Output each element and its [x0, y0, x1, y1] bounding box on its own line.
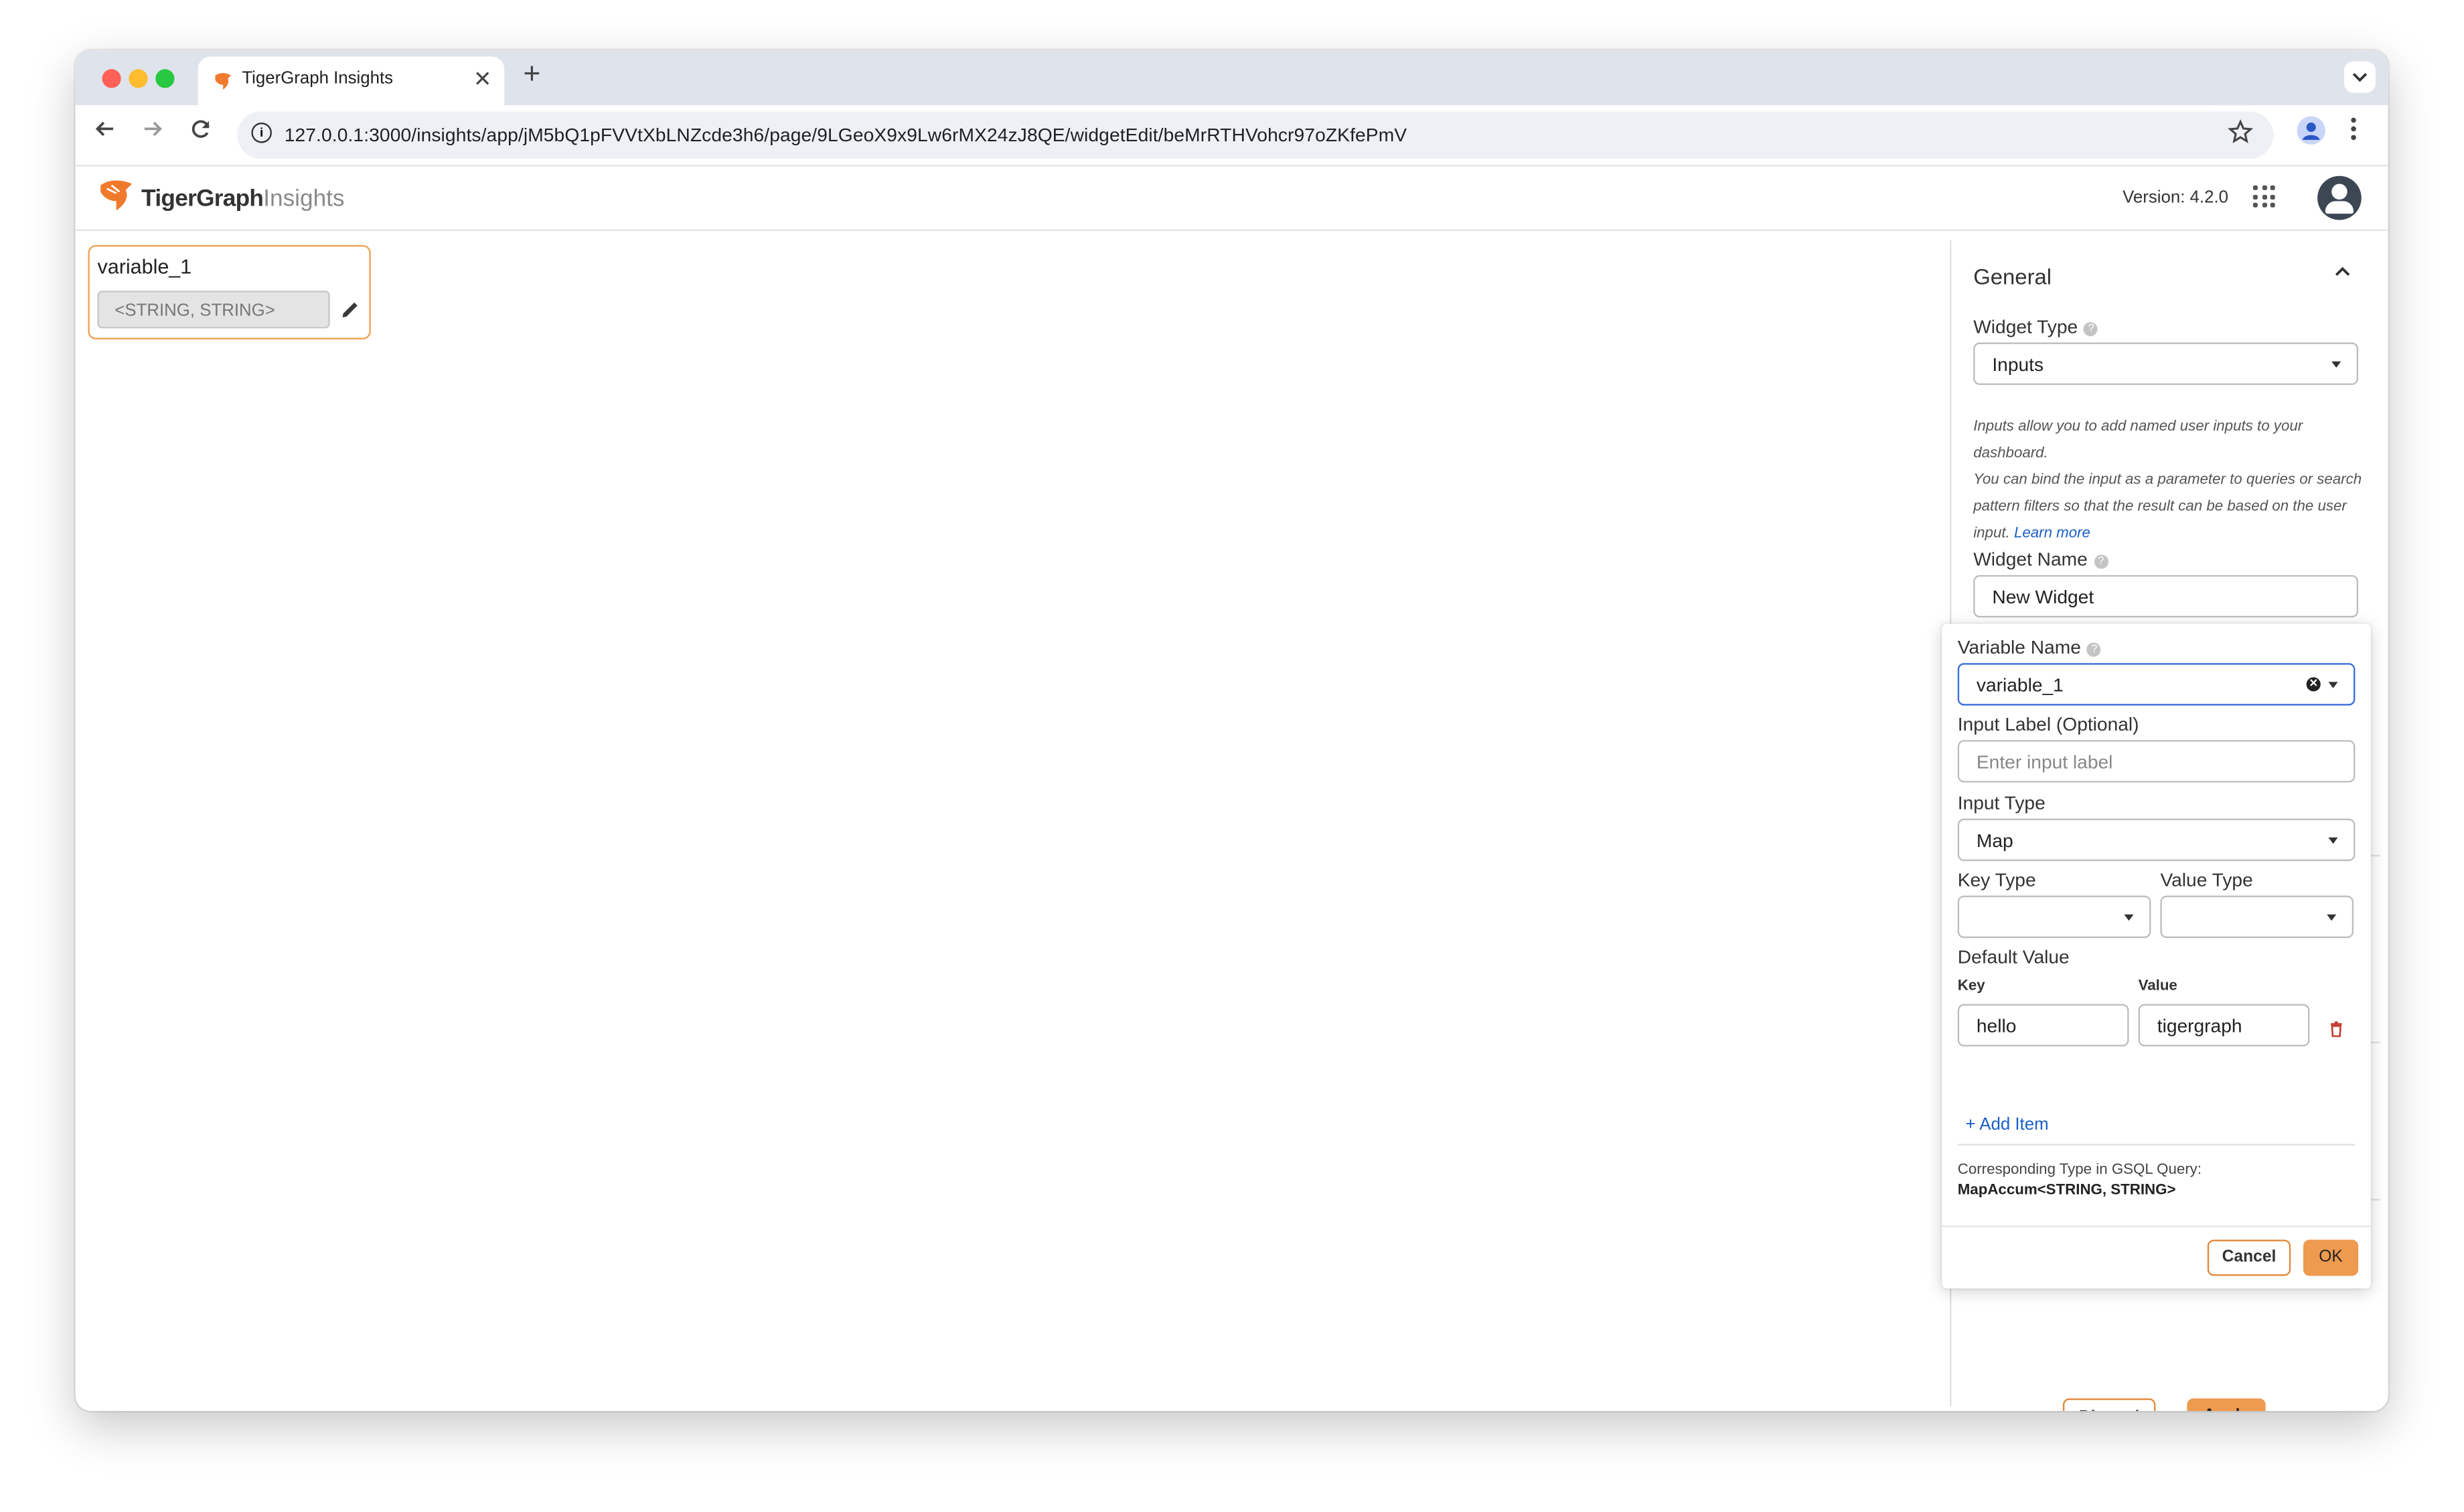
url-text[interactable]: 127.0.0.1:3000/insights/app/jM5bQ1pFVVtX… [285, 124, 1407, 146]
dropdown-caret-icon[interactable] [2328, 682, 2338, 688]
minimize-window-button[interactable] [129, 69, 148, 88]
logo-light-text: Insights [263, 185, 345, 212]
clear-icon[interactable]: ✕ [2306, 677, 2321, 692]
widget-map-value-field: <STRING, STRING> [97, 291, 330, 329]
version-label: Version: 4.2.0 [2123, 188, 2228, 208]
variable-name-select[interactable]: variable_1 ✕ [1957, 663, 2356, 706]
map-item-value-input[interactable]: tigergraph [2138, 1004, 2310, 1047]
cancel-button[interactable]: Cancel [2207, 1239, 2291, 1276]
widget-name-value: New Widget [1992, 586, 2094, 609]
description-line-1: Inputs allow you to add named user input… [1973, 418, 2303, 462]
forward-arrow-icon[interactable] [141, 118, 163, 140]
map-item-key-value: hello [1976, 1014, 2017, 1037]
gsql-type-label: Corresponding Type in GSQL Query: [1957, 1161, 2202, 1179]
chevron-up-icon[interactable] [2333, 262, 2352, 281]
dropdown-caret-icon [2328, 837, 2338, 844]
apps-grid-icon[interactable] [2252, 185, 2275, 208]
dropdown-caret-icon [2331, 361, 2341, 368]
help-icon[interactable]: ? [2084, 322, 2098, 337]
help-icon[interactable]: ? [2087, 642, 2102, 657]
input-type-value: Map [1976, 829, 2013, 852]
divider [2369, 854, 2380, 856]
variable-name-label-text: Variable Name [1957, 636, 2081, 659]
browser-menu-icon[interactable] [2350, 117, 2356, 149]
gsql-type-value: MapAccum<STRING, STRING> [1957, 1181, 2176, 1199]
input-label-field[interactable]: Enter input label [1957, 740, 2356, 783]
key-column-label: Key [1957, 977, 1985, 995]
divider [1942, 1225, 2371, 1227]
widget-type-label: Widget Type? [1973, 315, 2098, 338]
dropdown-caret-icon [2124, 914, 2134, 921]
ok-button[interactable]: OK [2303, 1239, 2359, 1276]
apply-button[interactable]: Apply [2187, 1398, 2266, 1412]
map-item-key-input[interactable]: hello [1957, 1004, 2129, 1047]
account-avatar-icon[interactable] [2317, 175, 2362, 220]
widget-name-input[interactable]: New Widget [1973, 575, 2359, 618]
more-vertical-icon [2351, 117, 2356, 141]
value-type-select[interactable] [2160, 895, 2354, 938]
divider [2369, 1041, 2380, 1044]
widget-type-value: Inputs [1992, 353, 2044, 376]
tab-search-button[interactable] [2343, 61, 2376, 93]
tigergraph-favicon-icon [215, 73, 231, 90]
tab-strip: TigerGraph Insights ✕ + [75, 50, 2388, 106]
reload-icon[interactable] [190, 118, 212, 140]
tigergraph-logo-icon[interactable] [97, 179, 135, 214]
divider [1957, 1144, 2356, 1146]
trash-icon[interactable] [2330, 1021, 2343, 1037]
logo-bold-text: TigerGraph [141, 185, 264, 212]
chevron-down-icon [2352, 72, 2368, 82]
close-window-button[interactable] [102, 69, 121, 88]
tab-title: TigerGraph Insights [242, 69, 394, 88]
widget-type-description: Inputs allow you to add named user input… [1973, 413, 2363, 546]
default-value-label: Default Value [1957, 946, 2070, 968]
person-icon [2302, 123, 2320, 140]
key-type-select[interactable] [1957, 895, 2151, 938]
key-type-label: Key Type [1957, 868, 2036, 891]
map-item-value-value: tigergraph [2157, 1014, 2242, 1037]
input-type-select[interactable]: Map [1957, 818, 2356, 861]
back-arrow-icon[interactable] [94, 118, 117, 140]
value-type-label: Value Type [2160, 868, 2253, 891]
widget-type-label-text: Widget Type [1973, 315, 2078, 338]
maximize-window-button[interactable] [155, 69, 175, 88]
input-widget-preview[interactable]: variable_1 <STRING, STRING> [88, 245, 371, 339]
add-item-button[interactable]: + Add Item [1965, 1116, 2048, 1134]
discard-button[interactable]: Discard [2062, 1398, 2156, 1412]
pencil-icon[interactable] [339, 299, 362, 321]
learn-more-link[interactable]: Learn more [2014, 525, 2090, 542]
divider [2369, 1199, 2380, 1201]
widget-name-label: Widget Name? [1973, 548, 2108, 571]
input-label-label: Input Label (Optional) [1957, 713, 2139, 736]
variable-editor-popup: Variable Name? variable_1 ✕ Input Label … [1942, 623, 2371, 1289]
variable-name-label: Variable Name? [1958, 636, 2102, 658]
value-column-label: Value [2138, 977, 2177, 995]
help-icon[interactable]: ? [2094, 554, 2108, 569]
new-tab-button[interactable]: + [523, 58, 540, 93]
input-type-label: Input Type [1957, 791, 2046, 814]
browser-window: TigerGraph Insights ✕ + i 127.0.0.1:3000… [75, 50, 2388, 1412]
widget-type-select[interactable]: Inputs [1973, 342, 2359, 385]
tab-tigergraph-insights[interactable]: TigerGraph Insights ✕ [198, 56, 505, 106]
widget-variable-title: variable_1 [97, 254, 192, 279]
browser-toolbar: i 127.0.0.1:3000/insights/app/jM5bQ1pFVV… [75, 105, 2388, 167]
address-bar[interactable]: i 127.0.0.1:3000/insights/app/jM5bQ1pFVV… [237, 111, 2274, 159]
widget-name-label-text: Widget Name [1973, 548, 2088, 571]
general-section-title[interactable]: General [1973, 264, 2052, 289]
bookmark-star-icon[interactable] [2228, 119, 2253, 145]
browser-profile-icon[interactable] [2297, 116, 2325, 145]
screen: TigerGraph Insights ✕ + i 127.0.0.1:3000… [0, 0, 2464, 1512]
gsql-type-info: Corresponding Type in GSQL Query: MapAcc… [1958, 1160, 2202, 1201]
site-info-icon[interactable]: i [251, 123, 272, 143]
input-label-placeholder: Enter input label [1976, 751, 2113, 773]
app-logo-text[interactable]: TigerGraphInsights [141, 185, 344, 212]
tab-close-icon[interactable]: ✕ [473, 66, 492, 93]
dropdown-caret-icon [2327, 914, 2337, 921]
app-header: TigerGraphInsights Version: 4.2.0 [75, 166, 2388, 231]
variable-name-value: variable_1 [1976, 674, 2064, 696]
